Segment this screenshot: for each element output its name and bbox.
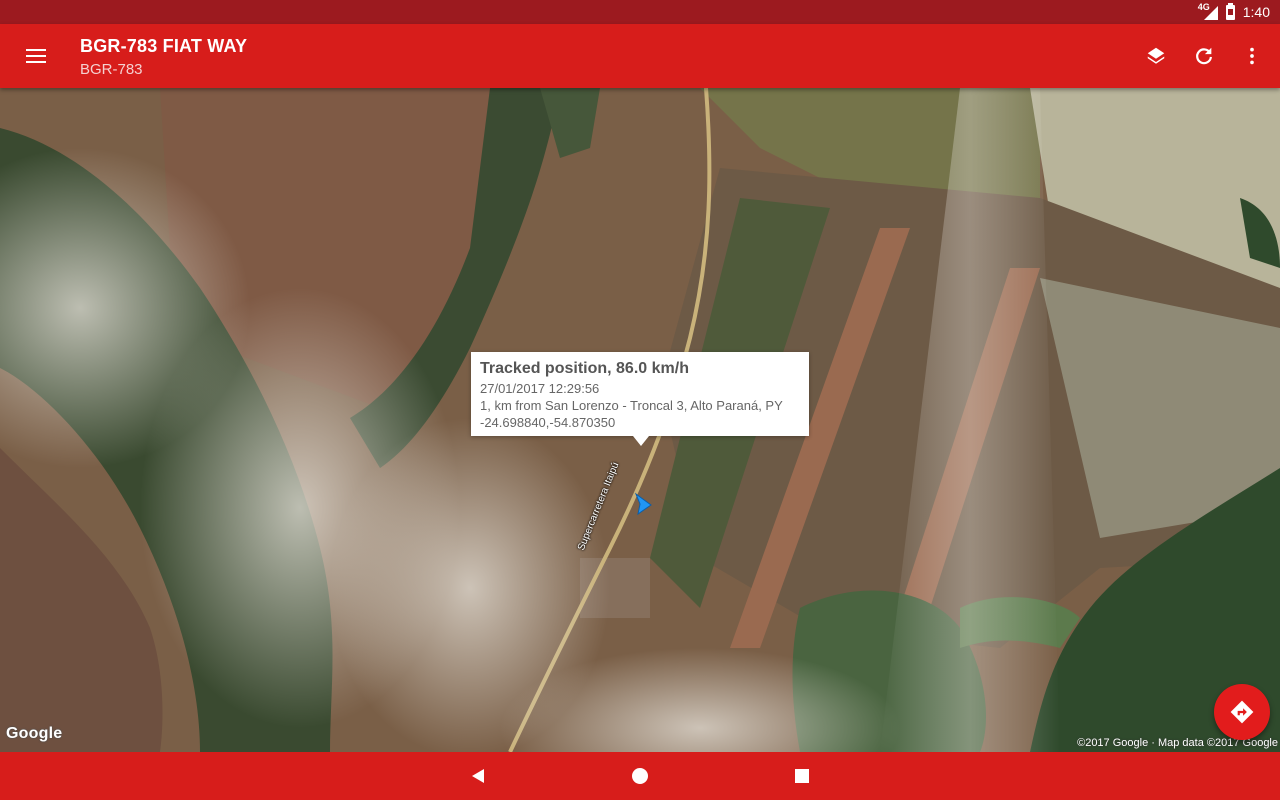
cell-signal-icon: 4G [1198,2,1218,20]
home-icon [632,768,648,784]
navigation-arrow-icon [634,492,652,516]
google-logo: Google [6,725,63,742]
status-bar: 4G 1:40 [0,0,1280,24]
app-bar-actions [1136,36,1272,76]
marker-info-window[interactable]: Tracked position, 86.0 km/h 27/01/2017 1… [471,352,809,446]
menu-button[interactable] [16,36,56,76]
page-title: BGR-783 FIAT WAY [80,36,248,56]
info-title: Tracked position, 86.0 km/h [480,360,689,377]
home-button[interactable] [600,752,680,800]
system-nav-bar [0,752,1280,800]
menu-icon [26,49,46,63]
refresh-button[interactable] [1184,36,1224,76]
layers-icon [1147,47,1165,64]
satellite-map[interactable]: Supercarretera Itaipú Tracked position, … [0,88,1280,752]
app-bar-titles: BGR-783 FIAT WAY BGR-783 [80,35,247,80]
battery-icon [1225,2,1235,20]
recents-icon [795,769,809,783]
more-options-button[interactable] [1232,36,1272,76]
layers-button[interactable] [1136,36,1176,76]
back-button[interactable] [438,752,518,800]
clock: 1:40 [1242,4,1270,20]
tracked-position-marker[interactable] [630,492,654,518]
more-vert-icon [1250,47,1254,65]
status-icons: 4G 1:40 [1198,0,1270,24]
back-icon [472,769,484,783]
directions-icon [1230,700,1254,724]
app-bar: BGR-783 FIAT WAY BGR-783 [0,24,1280,88]
page-subtitle: BGR-783 [80,61,143,78]
refresh-icon [1196,47,1212,65]
info-address: 1, km from San Lorenzo - Troncal 3, Alto… [480,398,783,413]
directions-button[interactable] [1214,684,1270,740]
recents-button[interactable] [762,752,842,800]
info-coordinates: -24.698840,-54.870350 [480,415,616,430]
info-datetime: 27/01/2017 12:29:56 [480,381,600,396]
